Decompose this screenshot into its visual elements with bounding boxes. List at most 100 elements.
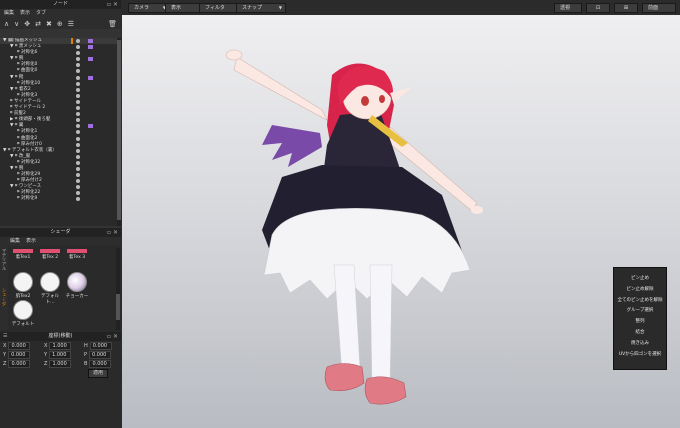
visibility-icon[interactable] (76, 39, 80, 43)
visibility-icon[interactable] (76, 130, 80, 135)
visibility-icon[interactable] (76, 45, 80, 50)
minimize-icon[interactable]: ▫ (107, 332, 111, 341)
3d-viewport[interactable]: ピン止め ピン止め解除 全てのピン止めを解除 グループ選択 整列 結合 焼き込み UVから四ゴ… (122, 15, 680, 428)
coord-input[interactable] (89, 360, 112, 368)
move-icon[interactable]: ✥ (24, 20, 30, 28)
close-icon[interactable]: ✕ (113, 228, 118, 237)
visibility-icon[interactable] (76, 81, 80, 86)
material-thumbnail[interactable]: 着Tex1 (11, 249, 35, 260)
menu-view[interactable]: 表示 (20, 10, 30, 16)
coord-input[interactable] (49, 360, 72, 368)
visibility-icon[interactable] (76, 75, 80, 80)
visibility-icon[interactable] (76, 173, 80, 178)
menu-view[interactable]: 表示 (26, 238, 36, 244)
coord-input[interactable] (8, 360, 31, 368)
shader-thumbnails: 着Tex1 着Tex 2 着Tex 3 肌Tex2 デフォルト… チョーカーデフォルト (8, 248, 116, 330)
tree-item-label: ▼ ⌗ 着衣2 (10, 86, 31, 92)
visibility-icon[interactable] (76, 185, 80, 190)
apply-button[interactable]: 適用 (88, 369, 108, 378)
visibility-icon[interactable] (76, 179, 80, 184)
visibility-icon[interactable] (76, 99, 80, 104)
tab-material[interactable]: マテリアル (0, 248, 6, 288)
tree-item-label: ▼ ⌗ 腕 (10, 165, 24, 171)
material-preview (67, 272, 87, 292)
menu-edit[interactable]: 編集 (10, 238, 20, 244)
context-menu-item[interactable]: グループ選択 (614, 306, 666, 317)
visibility-icon[interactable] (76, 118, 80, 123)
material-thumbnail[interactable]: チョーカー (65, 272, 89, 299)
material-label: 着Tex 2 (41, 255, 59, 260)
visibility-icon[interactable] (76, 148, 80, 153)
shader-scrollbar[interactable] (116, 248, 120, 330)
tab-shader[interactable]: シェーダ (0, 288, 6, 328)
list-icon[interactable]: ☰ (68, 20, 74, 28)
context-menu-item[interactable]: 焼き込み (614, 339, 666, 350)
visibility-icon[interactable] (76, 197, 80, 202)
visibility-icon[interactable] (76, 112, 80, 117)
node-menu: 編集 表示 タブ (0, 9, 121, 18)
material-thumbnail[interactable]: デフォルト… (38, 272, 62, 305)
visibility-icon[interactable] (76, 142, 80, 147)
menu-edit[interactable]: 編集 (4, 10, 14, 16)
menu-tab[interactable]: タブ (36, 10, 46, 16)
single-view-icon[interactable]: ⊡ (586, 3, 610, 13)
tree-item-label: ⌗ 厚み付け0 (17, 141, 42, 147)
remove-icon[interactable]: ✖ (46, 20, 52, 28)
minimize-icon[interactable]: ▫ (107, 0, 111, 9)
material-thumbnail[interactable]: 肌Tex2 (11, 272, 35, 299)
material-thumbnail[interactable]: デフォルト (11, 300, 35, 327)
minimize-icon[interactable]: ▫ (107, 228, 111, 237)
close-icon[interactable]: ✕ (113, 0, 118, 9)
axis-label: P (84, 352, 88, 358)
visibility-icon[interactable] (76, 63, 80, 68)
lock-icon[interactable] (71, 38, 73, 44)
material-label: 着Tex 3 (68, 255, 86, 260)
node-toolbar: ∧ ∨ ✥ ⇄ ✖ ⊕ ☰ 🗑 (0, 18, 121, 29)
node-panel-title: ノード (52, 1, 68, 7)
context-menu-item[interactable]: UVから四ゴンを選択 (614, 350, 666, 361)
context-menu-item[interactable]: ピン止め (614, 274, 666, 285)
trash-icon[interactable]: 🗑 (108, 20, 117, 28)
coord-input[interactable] (89, 342, 112, 350)
perspective-button[interactable]: 透視 (554, 3, 582, 13)
coord-input[interactable] (8, 342, 31, 350)
visibility-icon[interactable] (76, 57, 80, 62)
tree-scrollbar[interactable] (117, 38, 121, 226)
front-button[interactable]: 前面 (642, 3, 676, 13)
coord-field: H (84, 342, 112, 351)
visibility-icon[interactable] (76, 191, 80, 196)
visibility-icon[interactable] (76, 106, 80, 111)
tree-item-label: ▼ ⌗ ワンピース (10, 184, 42, 190)
close-icon[interactable]: ✕ (113, 332, 118, 341)
coord-input[interactable] (8, 351, 31, 359)
material-thumbnail[interactable]: 着Tex 3 (65, 249, 89, 260)
node-tree[interactable]: ▼ 🗓 描画メッシュ ▼ ⌗ 黒メッシュ ⌗ 対称化6 ▼ ⌗ 腕 ⌗ 対称化0 ⌗ 曲面… (0, 38, 117, 226)
move-up-icon[interactable]: ∧ (4, 20, 9, 28)
visibility-icon[interactable] (76, 124, 80, 129)
visibility-icon[interactable] (76, 87, 80, 92)
coord-input[interactable] (89, 351, 112, 359)
add-icon[interactable]: ⊕ (57, 20, 63, 28)
material-thumbnail[interactable]: 着Tex 2 (38, 249, 62, 260)
visibility-icon[interactable] (76, 160, 80, 165)
move-down-icon[interactable]: ∨ (14, 20, 19, 28)
visibility-icon[interactable] (76, 93, 80, 98)
coord-input[interactable] (49, 342, 72, 350)
context-menu-item[interactable]: 結合 (614, 328, 666, 339)
chevron-down-icon: ▼ (278, 5, 282, 10)
swap-icon[interactable]: ⇄ (35, 20, 41, 28)
visibility-icon[interactable] (76, 51, 80, 56)
visibility-icon[interactable] (76, 69, 80, 74)
quad-view-icon[interactable]: ⊞ (614, 3, 638, 13)
context-menu-item[interactable]: ピン止め解除 (614, 285, 666, 296)
tree-item-label: ▼ ⌗ 靴 (10, 74, 24, 80)
visibility-icon[interactable] (76, 166, 80, 171)
snap-dropdown[interactable]: スナップ ▼ (236, 3, 286, 13)
context-menu-item[interactable]: 全てのピン止めを解除 (614, 296, 666, 307)
tree-item[interactable]: ⌗ 対称化9 (0, 196, 117, 202)
visibility-icon[interactable] (76, 136, 80, 141)
coord-input[interactable] (49, 351, 72, 359)
visibility-icon[interactable] (76, 154, 80, 159)
context-menu-item[interactable]: 整列 (614, 317, 666, 328)
camera-dropdown[interactable]: カメラ▼ (128, 3, 170, 13)
